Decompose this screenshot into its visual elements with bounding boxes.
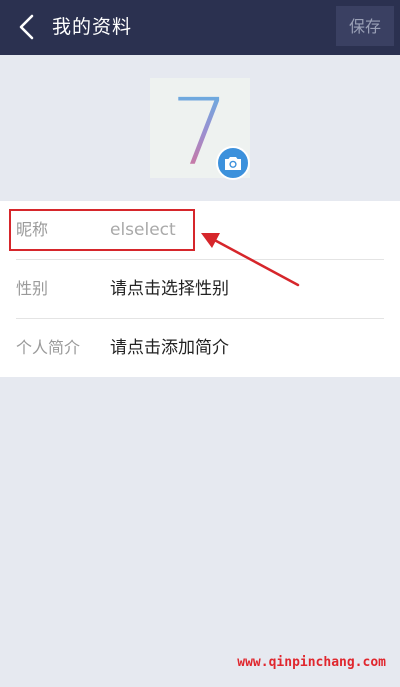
- chevron-left-icon: [19, 14, 34, 40]
- page-title: 我的资料: [52, 16, 133, 38]
- change-avatar-button[interactable]: [216, 146, 250, 180]
- watermark: www.qinpinchang.com: [237, 655, 386, 670]
- bio-value: 请点击添加简介: [110, 338, 229, 358]
- annotation-arrow: [201, 233, 300, 287]
- gender-label: 性别: [16, 279, 49, 298]
- profile-screen: 我的资料 保存 7 昵称 elselect 性别 请点击选择性别 个人简介 请点…: [0, 0, 400, 687]
- app-header: 我的资料 保存: [0, 0, 400, 55]
- back-button[interactable]: [14, 13, 40, 41]
- save-button[interactable]: 保存: [336, 6, 394, 46]
- bio-row[interactable]: 个人简介 请点击添加简介: [0, 319, 400, 377]
- camera-icon: [225, 156, 241, 170]
- bio-label: 个人简介: [16, 338, 81, 357]
- annotation-highlight-box: [9, 209, 195, 251]
